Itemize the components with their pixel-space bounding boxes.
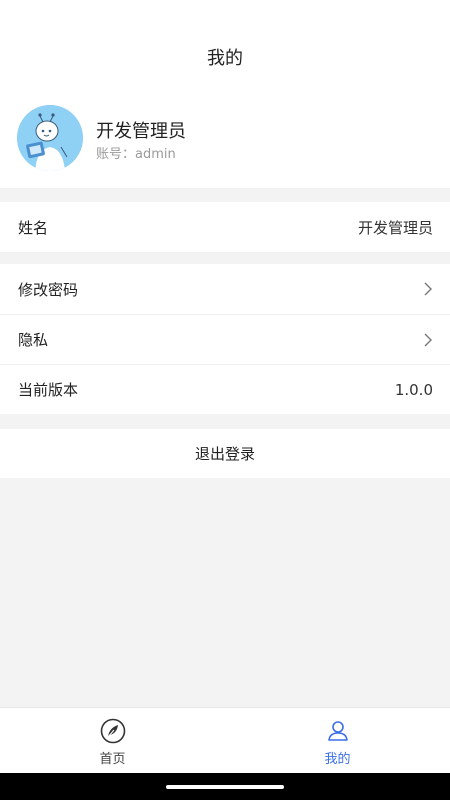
info-section: 姓名 开发管理员: [0, 202, 450, 252]
tab-home-label: 首页: [99, 752, 126, 767]
chevron-right-icon: [424, 333, 432, 346]
user-icon: [327, 721, 348, 741]
home-indicator[interactable]: [166, 785, 284, 789]
profile-name: 开发管理员: [96, 121, 186, 142]
change-password-label: 修改密码: [18, 280, 79, 299]
logout-button[interactable]: 退出登录: [0, 429, 450, 478]
tab-mine[interactable]: 我的: [225, 708, 450, 773]
page-title: 我的: [207, 48, 243, 69]
account-value: admin: [135, 147, 176, 162]
name-label: 姓名: [18, 218, 49, 237]
privacy-label: 隐私: [18, 331, 49, 349]
avatar[interactable]: [17, 105, 83, 171]
change-password-row[interactable]: 修改密码: [0, 264, 450, 314]
top-bar: 我的: [0, 0, 450, 92]
avatar-illustration-icon: [17, 105, 83, 171]
profile-card[interactable]: 开发管理员 账号：admin: [0, 92, 450, 188]
tab-home[interactable]: 首页: [0, 708, 225, 773]
logout-label: 退出登录: [194, 445, 255, 463]
version-row: 当前版本 1.0.0: [0, 364, 450, 414]
privacy-row[interactable]: 隐私: [0, 314, 450, 364]
name-row: 姓名 开发管理员: [0, 202, 450, 252]
chevron-right-icon: [424, 282, 432, 296]
leaf-circle-icon: [100, 718, 125, 744]
system-gesture-area: [0, 773, 450, 800]
bottom-tab-bar: 首页 我的: [0, 707, 450, 773]
tab-mine-label: 我的: [324, 752, 351, 767]
version-value: 1.0.0: [394, 380, 433, 399]
version-label: 当前版本: [18, 381, 79, 399]
name-value: 开发管理员: [357, 218, 433, 237]
settings-section: 修改密码 隐私 当前版本 1.0.0: [0, 264, 450, 414]
profile-account: 账号：admin: [96, 143, 176, 162]
account-label: 账号：: [96, 147, 136, 162]
